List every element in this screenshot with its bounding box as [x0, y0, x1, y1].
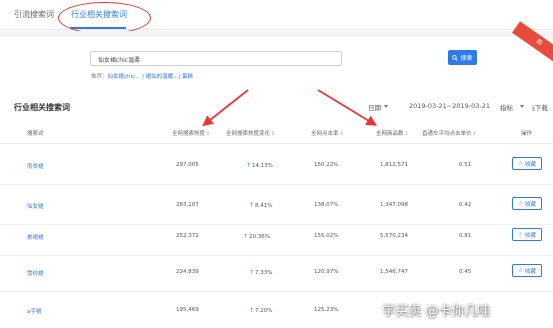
annotation-arrows — [202, 89, 378, 127]
watermark: 学买卖 @卡你几哇 — [382, 304, 491, 319]
